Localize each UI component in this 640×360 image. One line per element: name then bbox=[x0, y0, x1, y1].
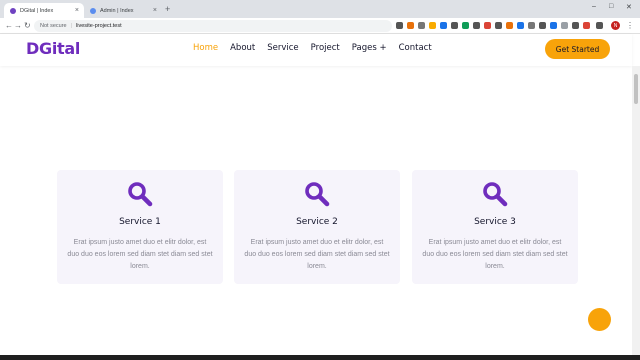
close-window-button[interactable]: ✕ bbox=[626, 3, 632, 11]
nav-item-pages[interactable]: Pages + bbox=[352, 43, 387, 53]
extension-icon[interactable] bbox=[473, 22, 480, 29]
service-description: Erat ipsum justo amet duo et elitr dolor… bbox=[244, 239, 390, 270]
browser-toolbar: ← → ↻ Not secure | livesite-project.test… bbox=[0, 18, 640, 34]
extension-icon[interactable] bbox=[561, 22, 568, 29]
service-card-3: Service 3 Erat ipsum justo amet duo et e… bbox=[412, 170, 578, 284]
extension-icon[interactable] bbox=[440, 22, 447, 29]
browser-menu-icon[interactable]: ⋮ bbox=[626, 21, 634, 30]
back-to-top-button[interactable] bbox=[588, 308, 611, 331]
site-favicon-icon bbox=[10, 7, 16, 14]
extension-icon[interactable] bbox=[396, 22, 403, 29]
search-icon bbox=[305, 182, 330, 207]
search-icon bbox=[483, 182, 508, 207]
extension-icon[interactable] bbox=[528, 22, 535, 29]
browser-tab-admin[interactable]: Admin | Index × bbox=[84, 3, 162, 18]
service-card-2: Service 2 Erat ipsum justo amet duo et e… bbox=[234, 170, 400, 284]
service-card-1: Service 1 Erat ipsum justo amet duo et e… bbox=[57, 170, 223, 284]
extension-icon[interactable] bbox=[517, 22, 524, 29]
main-nav: Home About Service Project Pages + Conta… bbox=[193, 43, 444, 53]
site-logo[interactable]: DGital bbox=[26, 39, 80, 58]
nav-item-project[interactable]: Project bbox=[311, 43, 340, 53]
extension-icon[interactable] bbox=[583, 22, 590, 29]
get-started-button[interactable]: Get Started bbox=[545, 39, 610, 59]
scrollbar-thumb[interactable] bbox=[634, 74, 638, 104]
extension-icon[interactable] bbox=[484, 22, 491, 29]
url-text[interactable]: livesite-project.test bbox=[76, 23, 122, 29]
service-title: Service 1 bbox=[119, 217, 161, 227]
site-favicon-icon bbox=[90, 7, 96, 14]
nav-item-service[interactable]: Service bbox=[267, 43, 298, 53]
extension-icon[interactable] bbox=[462, 22, 469, 29]
maximize-button[interactable]: □ bbox=[609, 3, 613, 10]
nav-item-contact[interactable]: Contact bbox=[399, 43, 432, 53]
tab-title: Admin | Index bbox=[100, 7, 134, 14]
browser-tab-dgital[interactable]: DGital | Index × bbox=[4, 3, 84, 18]
extension-icon[interactable] bbox=[451, 22, 458, 29]
service-description: Erat ipsum justo amet duo et elitr dolor… bbox=[422, 239, 568, 270]
extension-icon[interactable] bbox=[418, 22, 425, 29]
nav-item-home[interactable]: Home bbox=[193, 43, 218, 53]
extension-icon[interactable] bbox=[429, 22, 436, 29]
profile-avatar[interactable]: N bbox=[611, 21, 620, 30]
browser-tab-bar: DGital | Index × Admin | Index × + – □ ✕ bbox=[0, 0, 640, 18]
extension-icon[interactable] bbox=[506, 22, 513, 29]
tab-title: DGital | Index bbox=[20, 7, 54, 14]
service-title: Service 2 bbox=[296, 217, 338, 227]
puzzle-icon[interactable] bbox=[596, 22, 603, 29]
not-secure-label[interactable]: Not secure bbox=[40, 23, 67, 29]
service-description: Erat ipsum justo amet duo et elitr dolor… bbox=[67, 239, 213, 270]
new-tab-button[interactable]: + bbox=[165, 4, 170, 14]
forward-button[interactable]: → bbox=[14, 21, 22, 31]
page-scrollbar[interactable] bbox=[632, 66, 640, 356]
address-bar[interactable]: Not secure | livesite-project.test bbox=[34, 20, 392, 32]
service-title: Service 3 bbox=[474, 217, 516, 227]
extension-icon[interactable] bbox=[572, 22, 579, 29]
extension-icon[interactable] bbox=[539, 22, 546, 29]
taskbar-strip bbox=[0, 355, 640, 360]
extension-icon[interactable] bbox=[495, 22, 502, 29]
nav-item-about[interactable]: About bbox=[230, 43, 255, 53]
search-icon bbox=[128, 182, 153, 207]
site-header: DGital Home About Service Project Pages … bbox=[0, 34, 632, 66]
extension-icon[interactable] bbox=[407, 22, 414, 29]
extension-icon[interactable] bbox=[550, 22, 557, 29]
back-button[interactable]: ← bbox=[5, 21, 13, 31]
close-tab-icon[interactable]: × bbox=[153, 7, 157, 14]
reload-button[interactable]: ↻ bbox=[24, 21, 31, 31]
close-tab-icon[interactable]: × bbox=[75, 7, 79, 14]
omnibox-separator: | bbox=[70, 23, 73, 29]
minimize-button[interactable]: – bbox=[592, 3, 596, 10]
